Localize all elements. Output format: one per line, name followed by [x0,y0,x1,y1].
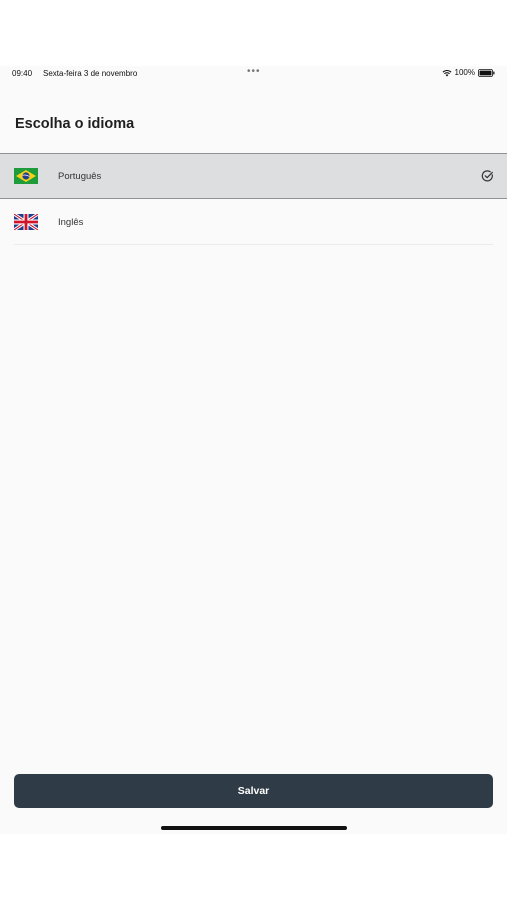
home-indicator[interactable] [161,826,347,830]
multitasking-dots[interactable]: ••• [247,66,261,77]
status-bar: 09:40 Sexta-feira 3 de novembro ••• 100% [0,66,507,82]
battery-percent: 100% [454,68,475,77]
language-label: Inglês [58,216,84,228]
page-title: Escolha o idioma [15,116,135,132]
uk-flag-icon [14,214,38,230]
language-option-english[interactable]: Inglês [0,199,507,245]
language-list: Português Inglês [0,153,507,245]
app-screen: 09:40 Sexta-feira 3 de novembro ••• 100% [0,66,507,834]
check-circle-icon [481,170,494,183]
status-time: 09:40 [12,69,33,78]
save-button[interactable]: Salvar [14,774,493,808]
language-label: Português [58,170,102,182]
brazil-flag-icon [14,168,38,184]
battery-icon [478,68,495,77]
status-indicators: 100% [442,68,495,77]
language-option-portuguese[interactable]: Português [0,153,507,199]
status-date: Sexta-feira 3 de novembro [43,69,138,78]
wifi-icon [442,69,452,77]
